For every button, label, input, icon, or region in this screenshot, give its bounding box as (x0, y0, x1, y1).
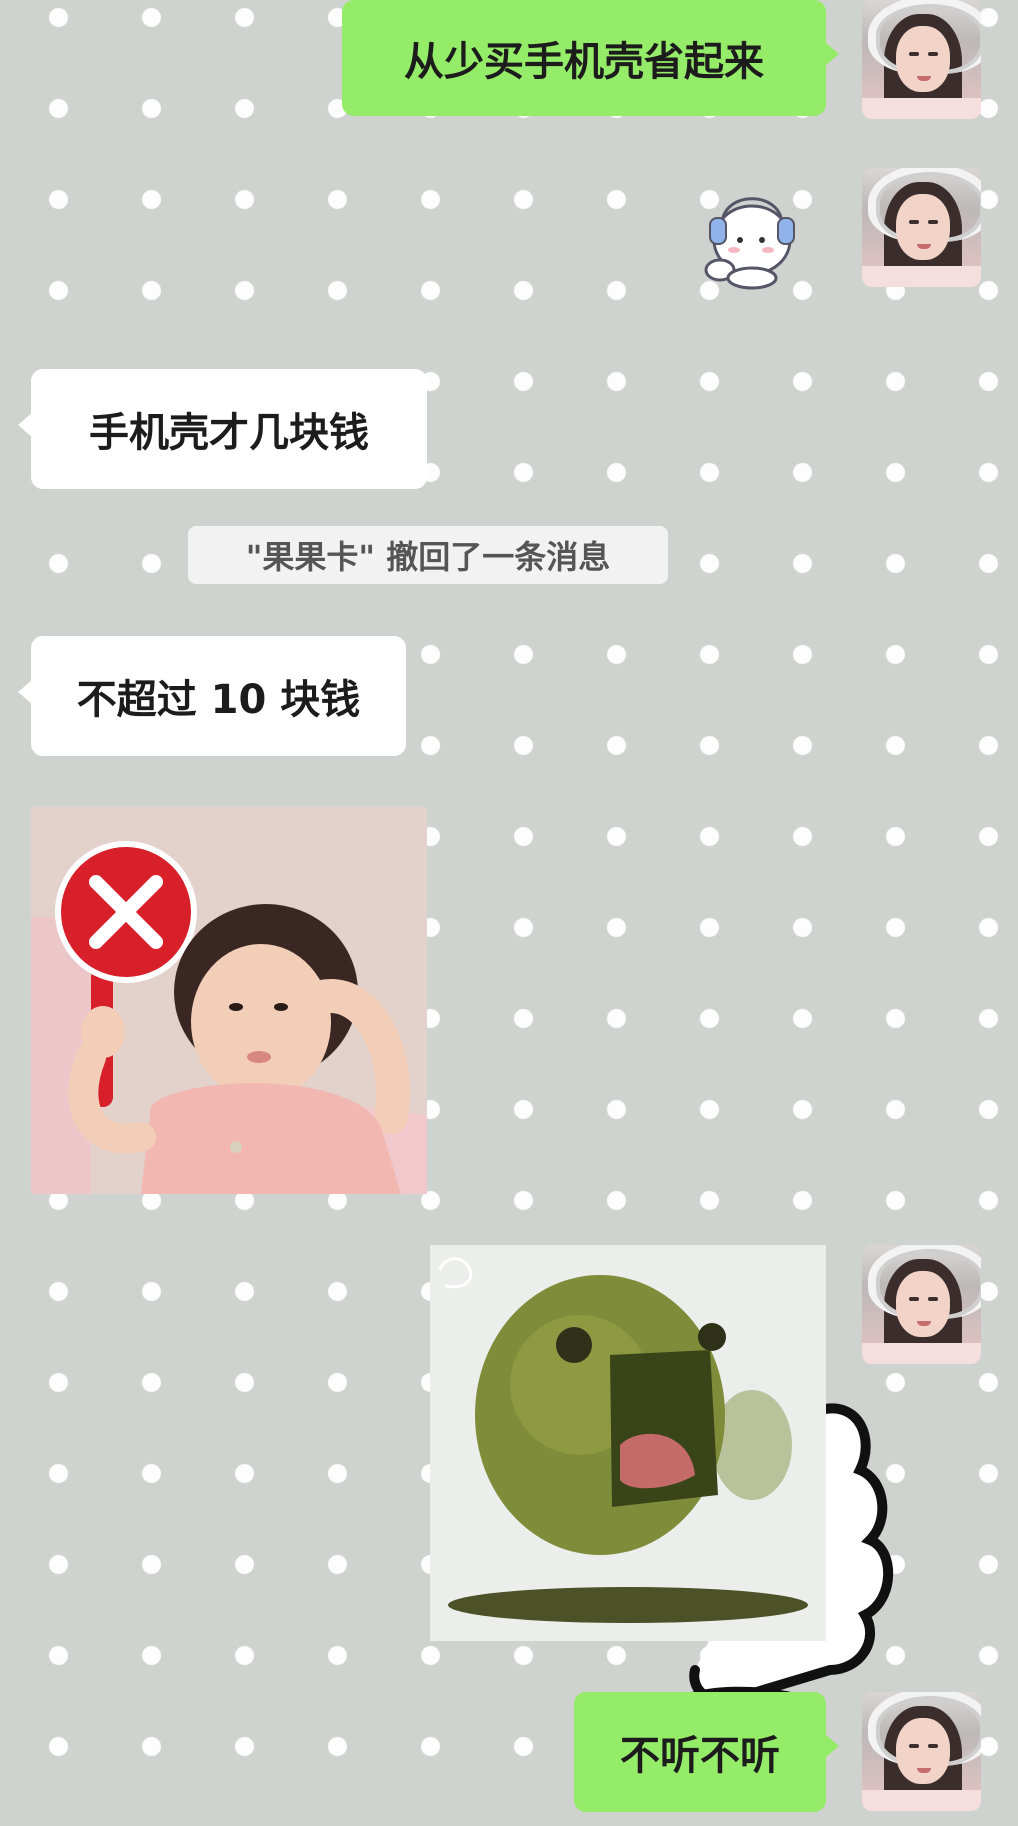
recall-notice: "果果卡" 撤回了一条消息 (188, 526, 668, 584)
outgoing-message-bubble[interactable]: 从少买手机壳省起来 (342, 0, 839, 116)
outgoing-message-bubble[interactable]: 不听不听 (574, 1692, 839, 1812)
my-avatar[interactable] (862, 1692, 981, 1811)
child-red-x-sign-photo-icon (31, 807, 427, 1194)
incoming-message-bubble[interactable]: 不超过 10 块钱 (18, 636, 406, 756)
outgoing-image-message[interactable] (430, 1245, 826, 1641)
green-blob-screaming-sticker-icon (430, 1245, 826, 1641)
my-avatar[interactable] (862, 0, 981, 119)
headphone-cat-sticker-icon[interactable] (700, 180, 806, 290)
incoming-image-message[interactable] (31, 807, 427, 1194)
my-avatar[interactable] (862, 1245, 981, 1364)
my-avatar[interactable] (862, 168, 981, 287)
incoming-message-bubble[interactable]: 手机壳才几块钱 (18, 369, 427, 489)
